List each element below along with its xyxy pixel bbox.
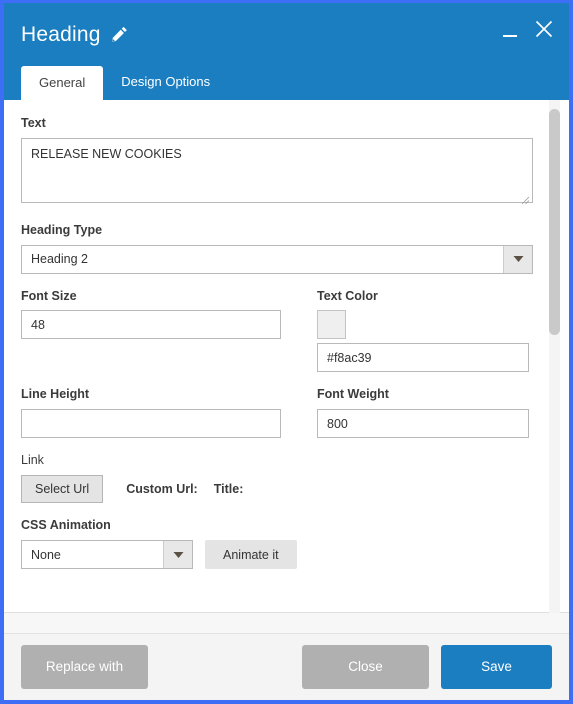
field-group-font-size: Font Size: [21, 288, 281, 373]
field-group-text: Text: [21, 116, 533, 208]
line-height-label: Line Height: [21, 387, 90, 402]
link-title-label: Title:: [213, 482, 244, 496]
field-group-font-weight: Font Weight: [317, 387, 529, 438]
text-label: Text: [21, 116, 46, 130]
font-weight-label: Font Weight: [317, 387, 389, 402]
css-animation-label: CSS Animation: [21, 518, 111, 533]
row-font-size-text-color: Font Size Text Color: [21, 288, 533, 373]
minimize-icon: [503, 35, 517, 37]
close-icon: [535, 20, 553, 38]
heading-type-label: Heading Type: [21, 222, 103, 237]
pencil-icon[interactable]: [110, 25, 129, 44]
chevron-down-icon[interactable]: [163, 541, 192, 568]
dialog-body: Text Heading Type Heading 2: [4, 100, 569, 633]
vertical-scrollbar[interactable]: [549, 100, 560, 613]
color-swatch-button[interactable]: [317, 310, 346, 340]
window-controls: [501, 18, 555, 40]
close-button[interactable]: [533, 18, 555, 40]
field-group-link: Link Select Url Custom Url: Title:: [21, 453, 533, 504]
field-group-css-animation: CSS Animation None Animate it: [21, 518, 533, 569]
font-size-input[interactable]: [21, 310, 281, 340]
font-weight-input[interactable]: [317, 409, 529, 438]
close-dialog-button[interactable]: Close: [302, 645, 429, 689]
settings-form: Text Heading Type Heading 2: [4, 100, 569, 595]
field-group-text-color: Text Color: [317, 288, 529, 373]
title-bar: Heading: [4, 3, 569, 51]
tab-bar: General Design Options: [21, 65, 228, 100]
tab-design-options[interactable]: Design Options: [103, 65, 228, 100]
tab-general[interactable]: General: [21, 66, 104, 100]
link-label: Link: [21, 453, 44, 467]
font-size-label: Font Size: [21, 288, 77, 303]
footer-actions: Close Save: [302, 645, 552, 689]
link-row: Select Url Custom Url: Title:: [21, 474, 533, 504]
css-animation-row: None Animate it: [21, 540, 533, 569]
text-input-wrapper: [21, 137, 533, 208]
field-group-heading-type: Heading Type Heading 2: [21, 222, 533, 274]
minimize-button[interactable]: [501, 18, 519, 40]
chevron-down-icon[interactable]: [503, 245, 532, 273]
row-line-height-font-weight: Line Height Font Weight: [21, 387, 533, 438]
field-group-line-height: Line Height: [21, 387, 281, 438]
text-color-input[interactable]: [317, 343, 529, 373]
dialog-footer: Replace with Close Save: [4, 633, 569, 700]
scrollbar-thumb[interactable]: [549, 109, 560, 335]
replace-with-button[interactable]: Replace with: [21, 645, 148, 689]
select-url-button[interactable]: Select Url: [21, 474, 104, 504]
window-title: Heading: [21, 22, 101, 46]
animate-it-button[interactable]: Animate it: [205, 540, 297, 569]
settings-scroll-pane: Text Heading Type Heading 2: [4, 100, 569, 613]
window-header: Heading General Design Options: [4, 3, 569, 100]
heading-editor-window: Heading General Design Options Text RELE…: [0, 0, 573, 704]
link-meta: Custom Url: Title:: [126, 482, 243, 496]
heading-type-select[interactable]: Heading 2: [21, 244, 533, 274]
heading-type-value: Heading 2: [31, 252, 88, 266]
css-animation-value: None: [31, 547, 61, 562]
css-animation-select[interactable]: None: [21, 540, 193, 569]
text-input[interactable]: [21, 137, 533, 203]
text-color-label: Text Color: [317, 288, 378, 303]
line-height-input[interactable]: [21, 409, 281, 438]
save-button[interactable]: Save: [441, 645, 552, 689]
custom-url-label: Custom Url:: [126, 482, 198, 496]
